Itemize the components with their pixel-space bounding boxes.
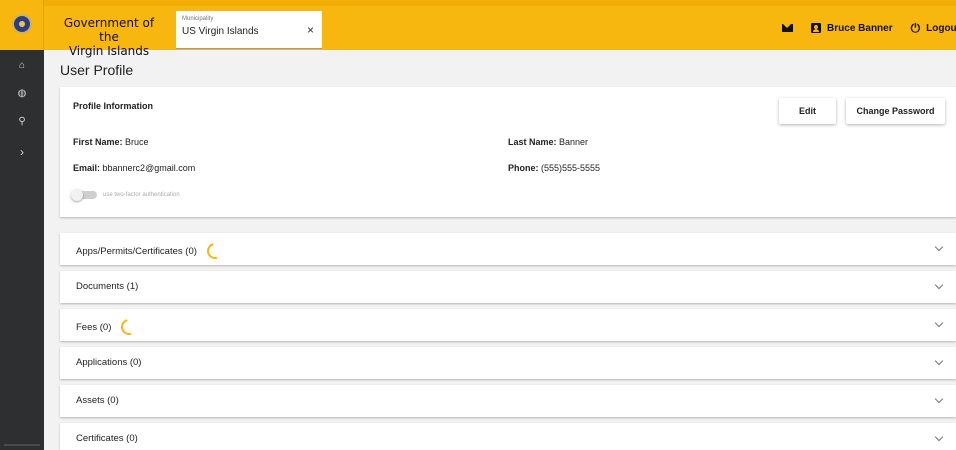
chevron-down-icon[interactable] <box>934 318 944 328</box>
chevron-down-icon[interactable] <box>934 280 944 290</box>
messages-button[interactable] <box>782 24 794 32</box>
home-icon[interactable]: ⌂ <box>0 60 44 72</box>
top-actions: Bruce Banner ⏻ Logout <box>782 6 956 50</box>
first-name-value: Bruce <box>125 137 149 147</box>
chevron-down-icon[interactable] <box>934 242 944 252</box>
municipality-label: Municipality <box>182 16 214 22</box>
chevron-down-icon[interactable] <box>934 394 944 404</box>
globe-icon[interactable]: ◍ <box>0 88 44 100</box>
two-factor-label: use two-factor authentication <box>103 192 180 198</box>
municipality-select[interactable]: Municipality US Virgin Islands × <box>176 11 322 49</box>
user-name: Bruce Banner <box>827 22 893 34</box>
profile-card: Profile Information Edit Change Password… <box>60 87 956 217</box>
envelope-icon <box>782 24 794 32</box>
brand-line-1: Government of the <box>63 16 155 44</box>
logout-label: Logout <box>926 22 956 34</box>
last-name-value: Banner <box>559 137 589 147</box>
section-certificates[interactable]: Certificates (0) <box>60 423 956 450</box>
power-icon: ⏻ <box>910 21 921 35</box>
edit-button[interactable]: Edit <box>779 98 836 124</box>
toggle-thumb <box>71 189 83 201</box>
section-applications[interactable]: Applications (0) <box>60 347 956 379</box>
chevron-down-icon[interactable] <box>934 356 944 366</box>
section-label: Fees (0) <box>76 321 112 333</box>
email-value: bbannerc2@gmail.com <box>102 163 196 173</box>
section-label: Applications (0) <box>76 357 142 368</box>
rail-logo-area <box>0 0 44 50</box>
email-field: Email: bbannerc2@gmail.com <box>73 163 195 173</box>
first-name-field: First Name: Bruce <box>73 137 149 147</box>
page-title: User Profile <box>60 62 134 78</box>
section-fees[interactable]: Fees (0) <box>60 309 956 341</box>
loading-spinner-icon <box>203 240 226 262</box>
clear-icon[interactable]: × <box>307 23 314 37</box>
municipality-value: US Virgin Islands <box>182 26 259 37</box>
section-label: Certificates (0) <box>76 433 138 444</box>
section-label: Documents (1) <box>76 281 139 292</box>
toggle-track[interactable] <box>71 189 97 201</box>
section-assets[interactable]: Assets (0) <box>60 385 956 417</box>
profile-heading: Profile Information <box>73 101 154 111</box>
section-title: Assets (0) <box>76 395 119 406</box>
section-apps-permits-certificates[interactable]: Apps/Permits/Certificates (0) <box>60 233 956 265</box>
chevron-right-icon[interactable]: › <box>0 146 44 158</box>
chevron-down-icon[interactable] <box>934 432 944 442</box>
section-title: Fees (0) <box>76 316 141 338</box>
account-button[interactable]: Bruce Banner <box>811 23 893 34</box>
two-factor-toggle[interactable]: use two-factor authentication <box>71 189 180 201</box>
loading-spinner-icon <box>118 316 141 338</box>
phone-label: Phone: <box>508 163 539 173</box>
left-rail: ⌂ ◍ ⚲ › <box>0 0 44 450</box>
change-password-button[interactable]: Change Password <box>846 98 945 124</box>
section-title: Apps/Permits/Certificates (0) <box>76 240 226 262</box>
phone-field: Phone: (555)555-5555 <box>508 163 600 173</box>
government-seal-logo <box>12 14 32 34</box>
section-title: Documents (1) <box>76 281 138 292</box>
phone-value: (555)555-5555 <box>541 163 601 173</box>
section-title: Applications (0) <box>76 357 141 368</box>
last-name-label: Last Name: <box>508 137 557 147</box>
account-icon <box>811 23 822 33</box>
main-content: User Profile Profile Information Edit Ch… <box>44 50 956 450</box>
section-label: Assets (0) <box>76 395 119 406</box>
first-name-label: First Name: <box>73 137 123 147</box>
section-documents[interactable]: Documents (1) <box>60 271 956 303</box>
last-name-field: Last Name: Banner <box>508 137 588 147</box>
email-label: Email: <box>73 163 101 173</box>
logout-button[interactable]: ⏻ Logout <box>911 22 956 34</box>
top-bar: Government of the Virgin Islands Municip… <box>44 0 956 58</box>
rail-divider <box>4 444 40 446</box>
section-label: Apps/Permits/Certificates (0) <box>76 245 197 257</box>
search-icon[interactable]: ⚲ <box>0 116 44 128</box>
section-title: Certificates (0) <box>76 433 138 444</box>
